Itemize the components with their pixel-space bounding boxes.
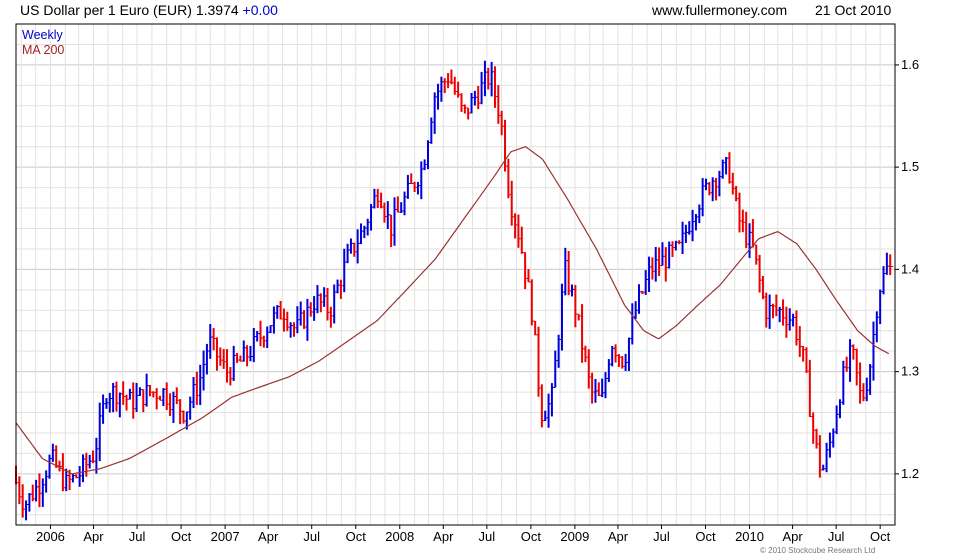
x-tick-label: Apr	[433, 529, 454, 544]
x-tick-label: Jul	[303, 529, 320, 544]
x-tick-label: Apr	[83, 529, 104, 544]
chart-legend: Weekly MA 200	[22, 28, 64, 58]
weekly-bars	[15, 60, 894, 521]
x-tick-label: Oct	[870, 529, 891, 544]
x-axis: 2006 Apr Jul Oct 2007 Apr Jul Oct 2008 Apr Jul Oct 2…	[36, 525, 891, 544]
x-tick-label: Jul	[479, 529, 496, 544]
x-tick-label: 2008	[385, 529, 414, 544]
x-tick-label: 2009	[560, 529, 589, 544]
x-tick-label: Jul	[129, 529, 146, 544]
x-tick-label: Apr	[782, 529, 803, 544]
x-tick-label: 2007	[211, 529, 240, 544]
y-tick-label: 1.5	[901, 159, 919, 174]
x-tick-label: 2010	[735, 529, 764, 544]
plot-area-frame	[15, 23, 896, 526]
x-tick-label: Oct	[521, 529, 542, 544]
grid-lines	[16, 23, 895, 525]
x-tick-label: Oct	[695, 529, 716, 544]
x-tick-label: Apr	[258, 529, 279, 544]
x-tick-label: 2006	[36, 529, 65, 544]
y-tick-label: 1.6	[901, 57, 919, 72]
x-tick-label: Apr	[608, 529, 629, 544]
y-tick-label: 1.2	[901, 466, 919, 481]
x-tick-label: Jul	[828, 529, 845, 544]
y-axis: 1.2 1.3 1.4 1.5 1.6	[895, 57, 919, 481]
legend-weekly: Weekly	[22, 28, 63, 42]
x-tick-label: Oct	[346, 529, 367, 544]
copyright-notice: © 2010 Stockcube Research Ltd	[760, 546, 876, 555]
x-tick-label: Oct	[171, 529, 192, 544]
x-tick-label: Jul	[653, 529, 670, 544]
y-tick-label: 1.3	[901, 364, 919, 379]
y-tick-label: 1.4	[901, 261, 919, 276]
legend-moving-average: MA 200	[22, 43, 65, 57]
price-chart: 1.2 1.3 1.4 1.5 1.6 2006 Apr Jul Oct 2007 Apr Jul O…	[15, 23, 919, 544]
